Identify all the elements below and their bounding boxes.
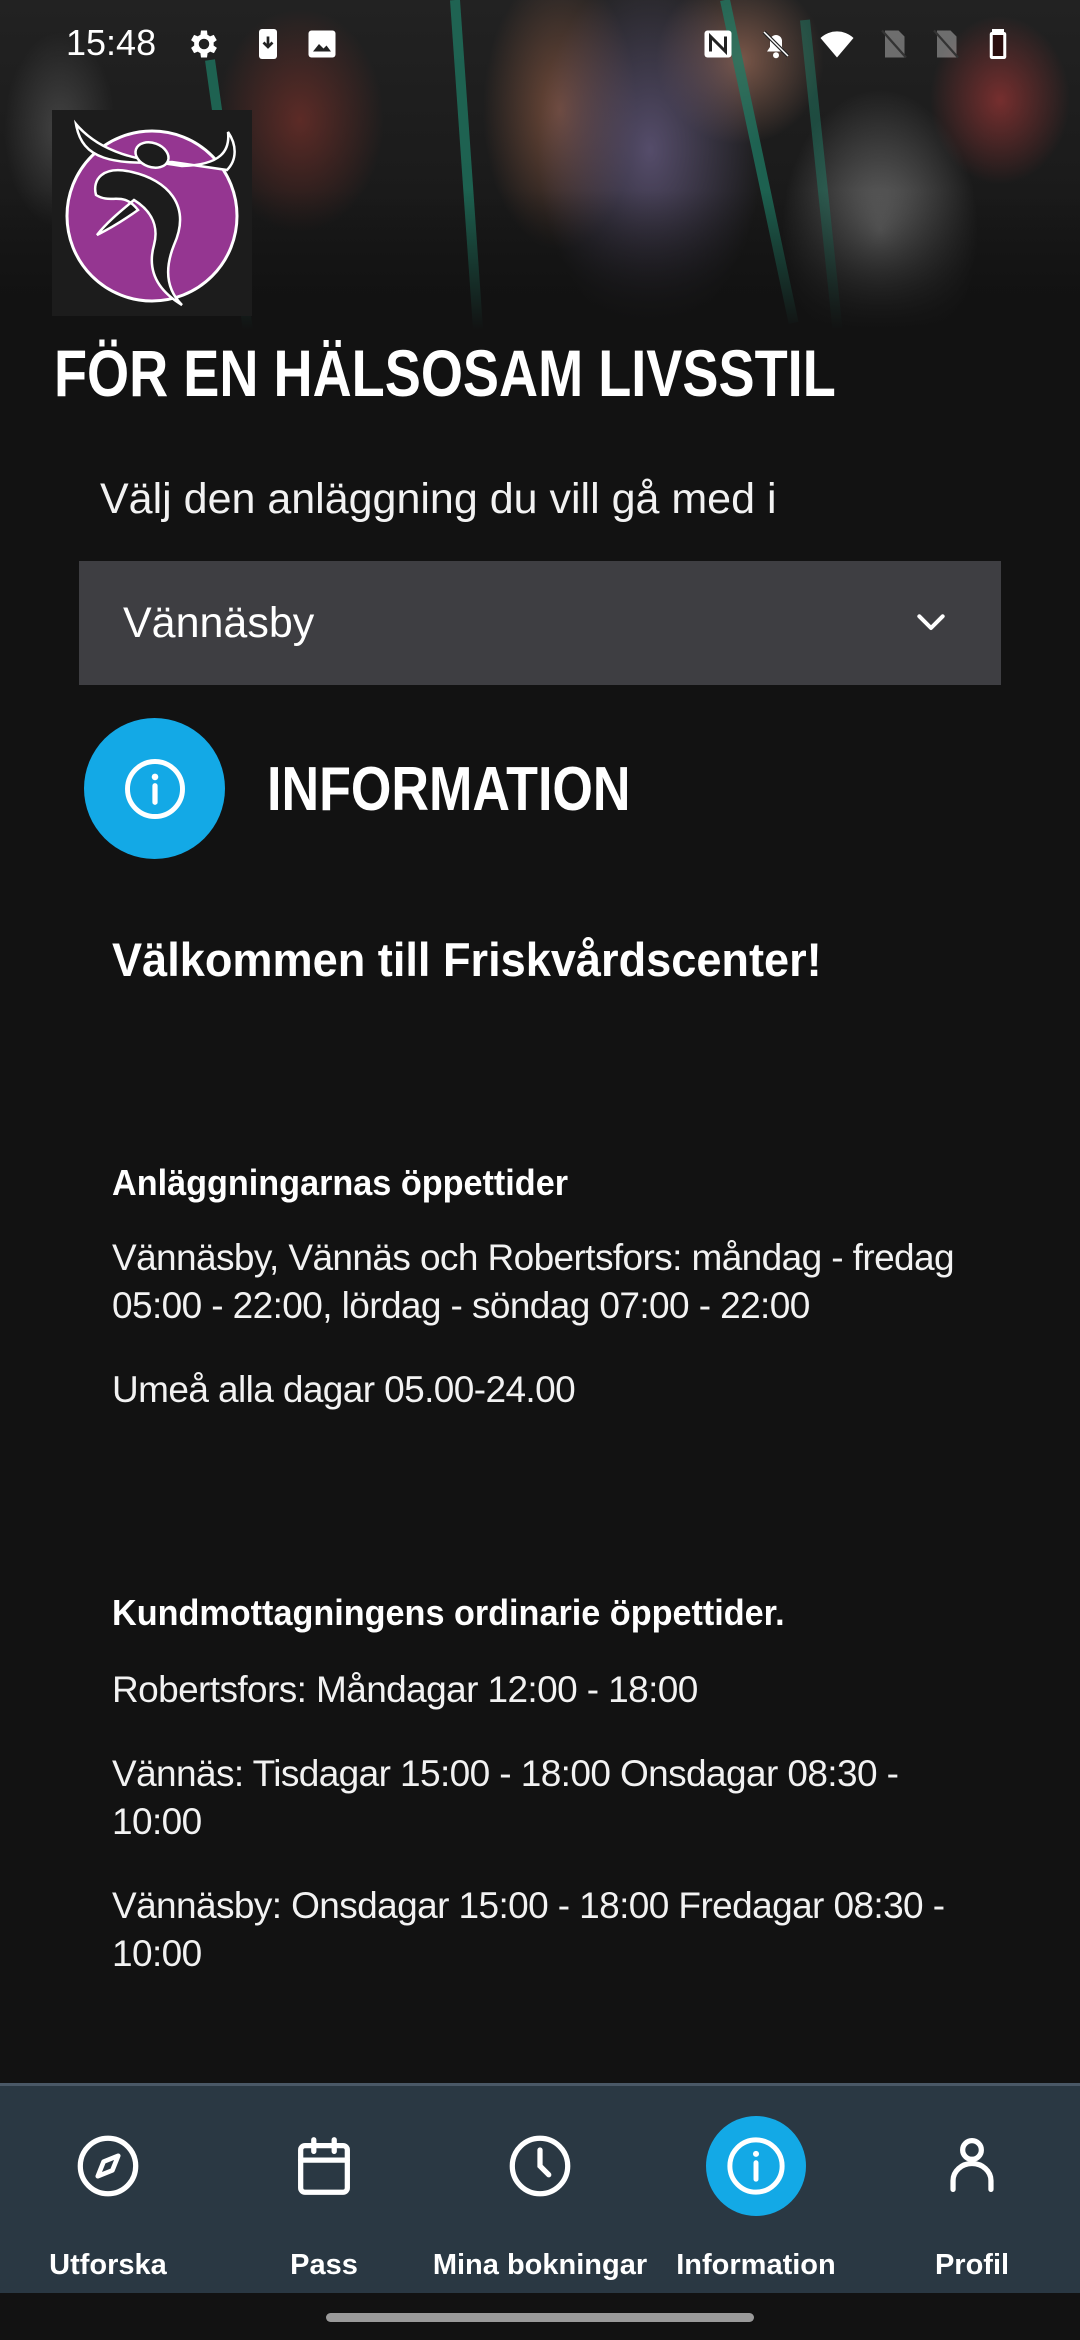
nav-label: Pass xyxy=(290,2249,358,2281)
nav-label: Mina bokningar xyxy=(432,2249,648,2281)
battery-icon xyxy=(989,29,1007,59)
hero-title: FÖR EN HÄLSOSAM LIVSSTIL xyxy=(54,336,836,410)
nav-item-pass[interactable]: Pass xyxy=(216,2086,432,2293)
paragraph: Robertsfors: Måndagar 12:00 - 18:00 xyxy=(112,1669,698,1710)
info-icon xyxy=(124,758,185,819)
nav-item-profil[interactable]: Profil xyxy=(864,2086,1080,2293)
nav-label: Profil xyxy=(934,2249,1010,2281)
info-content: Välkommen till Friskvårdscenter! Anläggn… xyxy=(112,930,992,1978)
download-icon xyxy=(259,29,277,59)
home-indicator[interactable] xyxy=(326,2313,754,2322)
wifi-icon xyxy=(820,31,854,58)
nav-item-utforska[interactable]: Utforska xyxy=(0,2086,216,2293)
chevron-down-icon xyxy=(917,614,945,630)
status-bar: 15:48 xyxy=(0,0,1080,90)
section-heading-facility-hours: Anläggningarnas öppettider xyxy=(112,1162,569,1203)
nav-label: Information xyxy=(676,2249,836,2281)
settings-icon xyxy=(191,30,217,58)
info-header-badge xyxy=(84,718,225,859)
app-logo xyxy=(52,110,252,316)
image-icon xyxy=(308,30,336,58)
no-sim-icon xyxy=(881,29,907,59)
status-time: 15:48 xyxy=(66,22,157,63)
profile-icon xyxy=(922,2116,1022,2216)
info-icon xyxy=(706,2116,806,2216)
facility-select-label: Välj den anläggning du vill gå med i xyxy=(100,475,777,523)
no-sim-icon xyxy=(933,29,959,59)
section-heading-reception-hours: Kundmottagningens ordinarie öppettider. xyxy=(112,1592,785,1633)
bottom-nav: Utforska Pass Mina bokningar Information… xyxy=(0,2083,1080,2293)
paragraph: Umeå alla dagar 05.00-24.00 xyxy=(112,1369,576,1410)
facility-select[interactable]: Vännäsby xyxy=(79,561,1001,685)
bell-off-icon xyxy=(762,30,790,59)
info-page-title: INFORMATION xyxy=(267,755,631,824)
paragraph: Vännäsby: Onsdagar 15:00 - 18:00 Fredaga… xyxy=(112,1885,945,1974)
paragraph: Vännäsby, Vännäs och Robertsfors: måndag… xyxy=(112,1237,955,1326)
paragraph: Vännäs: Tisdagar 15:00 - 18:00 Onsdagar … xyxy=(112,1753,899,1842)
clock-icon xyxy=(490,2116,590,2216)
nav-label: Utforska xyxy=(49,2249,167,2281)
nav-item-mina-bokningar[interactable]: Mina bokningar xyxy=(432,2086,648,2293)
nav-item-information[interactable]: Information xyxy=(648,2086,864,2293)
compass-icon xyxy=(58,2116,158,2216)
calendar-icon xyxy=(274,2116,374,2216)
nfc-icon xyxy=(704,30,732,58)
facility-select-value: Vännäsby xyxy=(123,598,315,647)
welcome-heading: Välkommen till Friskvårdscenter! xyxy=(112,933,822,986)
